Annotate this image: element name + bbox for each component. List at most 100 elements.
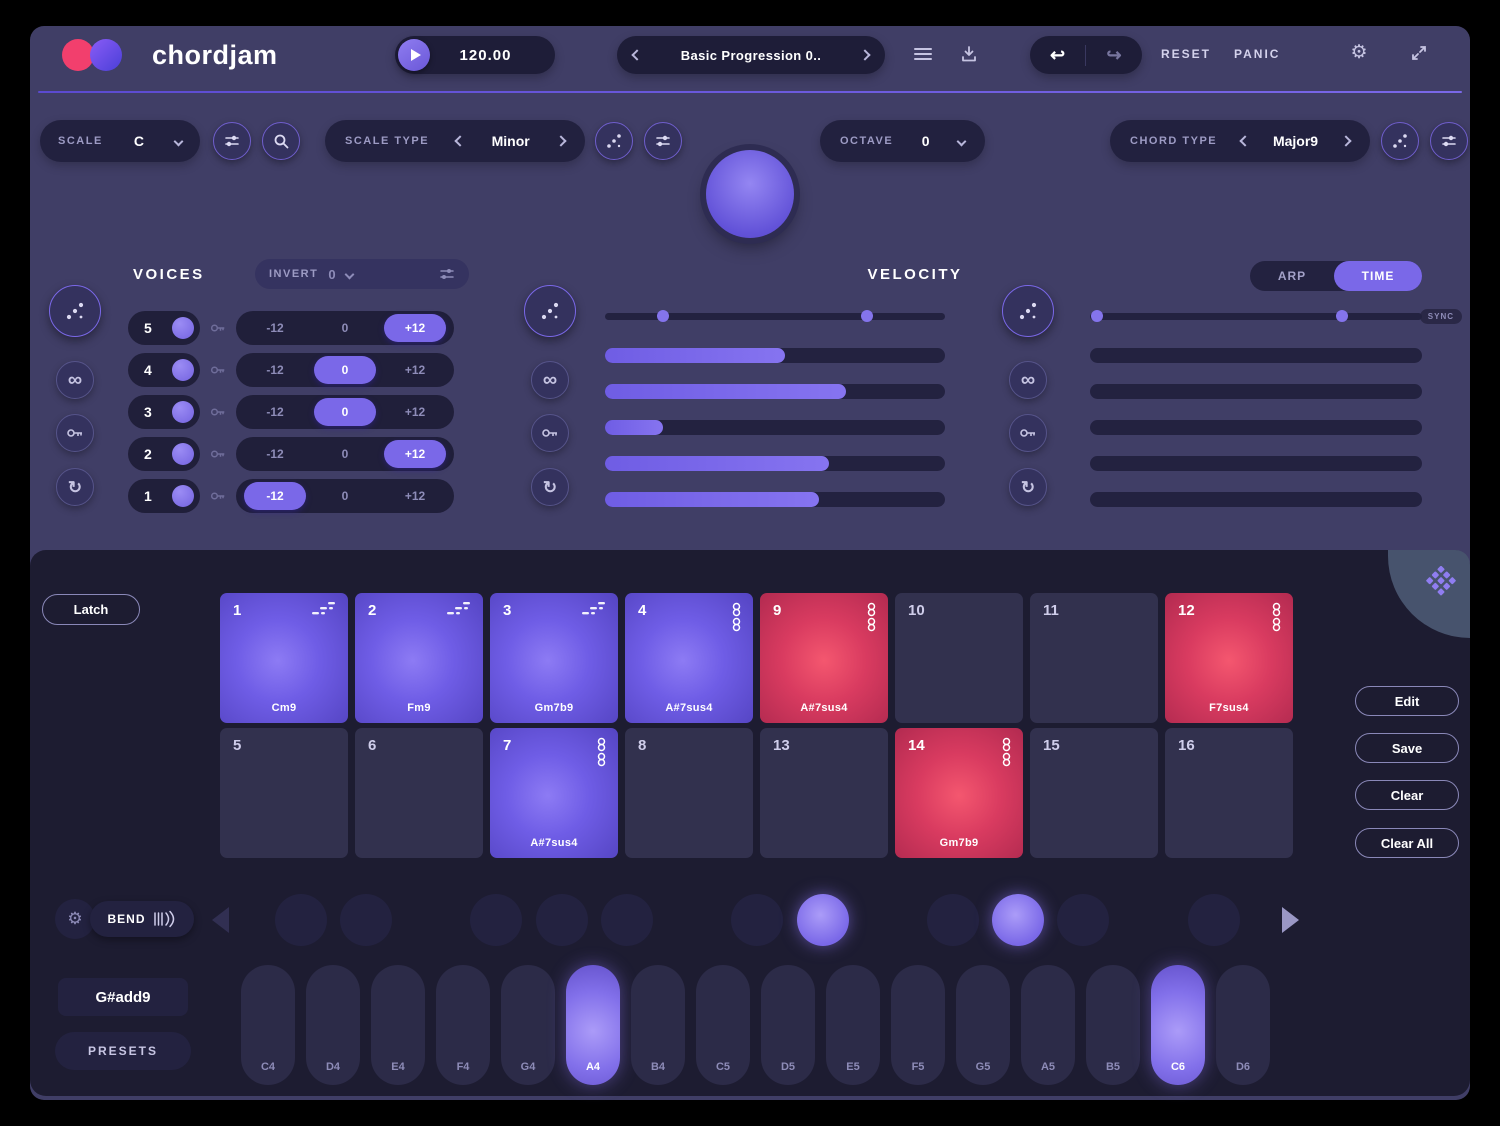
voice-toggle[interactable]: 1 [128, 479, 200, 513]
time-bar[interactable] [1090, 492, 1422, 507]
presets-button[interactable]: PRESETS [55, 1032, 191, 1070]
clear-button[interactable]: Clear [1355, 780, 1459, 810]
pad-8[interactable]: 8 [625, 728, 753, 858]
white-key-D6[interactable]: D6 [1216, 965, 1270, 1085]
black-key-Gs4[interactable] [536, 894, 588, 946]
octave-dropdown[interactable]: OCTAVE 0 [820, 120, 985, 162]
pad-4[interactable]: 4 A#7sus4 [625, 593, 753, 723]
option-plus12[interactable]: +12 [384, 482, 446, 510]
option-zero[interactable]: 0 [314, 356, 376, 384]
keyboard-next-arrow[interactable] [1282, 907, 1299, 933]
import-icon[interactable] [958, 43, 980, 65]
bpm-display[interactable]: 120.00 [430, 47, 541, 64]
pad-15[interactable]: 15 [1030, 728, 1158, 858]
velocity-range-handle-high[interactable] [861, 310, 873, 322]
key-icon[interactable] [210, 362, 226, 378]
sync-badge[interactable]: SYNC [1420, 309, 1462, 324]
time-refresh-button[interactable]: ↻ [1009, 468, 1047, 506]
latch-button[interactable]: Latch [42, 594, 140, 625]
white-key-G5[interactable]: G5 [956, 965, 1010, 1085]
preset-next-icon[interactable] [859, 49, 870, 60]
voice-octave-options[interactable]: -12 0 +12 [236, 311, 454, 345]
pad-5[interactable]: 5 [220, 728, 348, 858]
velocity-bar[interactable] [605, 384, 945, 399]
voices-infinity-button[interactable]: ∞ [56, 361, 94, 399]
option-minus12[interactable]: -12 [244, 482, 306, 510]
velocity-bar[interactable] [605, 492, 945, 507]
voice-octave-options[interactable]: -12 0 +12 [236, 395, 454, 429]
black-key-Cs5[interactable] [731, 894, 783, 946]
white-key-B4[interactable]: B4 [631, 965, 685, 1085]
undo-button[interactable]: ↩ [1030, 45, 1086, 66]
voice-toggle[interactable]: 4 [128, 353, 200, 387]
pad-16[interactable]: 16 [1165, 728, 1293, 858]
pad-2[interactable]: 2 Fm9 [355, 593, 483, 723]
time-range-slider[interactable] [1090, 313, 1422, 320]
pad-12[interactable]: 12 F7sus4 [1165, 593, 1293, 723]
scale-dropdown[interactable]: SCALE C [40, 120, 200, 162]
white-key-E4[interactable]: E4 [371, 965, 425, 1085]
chord-type-next-icon[interactable] [1340, 135, 1351, 146]
time-bar[interactable] [1090, 456, 1422, 471]
voices-key-button[interactable] [56, 414, 94, 452]
time-infinity-button[interactable]: ∞ [1009, 361, 1047, 399]
pad-10[interactable]: 10 [895, 593, 1023, 723]
voice-octave-options[interactable]: -12 0 +12 [236, 479, 454, 513]
white-key-C4[interactable]: C4 [241, 965, 295, 1085]
white-key-G4[interactable]: G4 [501, 965, 555, 1085]
white-key-D4[interactable]: D4 [306, 965, 360, 1085]
option-minus12[interactable]: -12 [244, 440, 306, 468]
black-key-Ds5[interactable] [797, 894, 849, 946]
key-icon[interactable] [210, 488, 226, 504]
voice-on-indicator[interactable] [172, 443, 194, 465]
time-key-button[interactable] [1009, 414, 1047, 452]
edit-button[interactable]: Edit [1355, 686, 1459, 716]
voices-random-button[interactable] [49, 285, 101, 337]
time-range-handle-low[interactable] [1091, 310, 1103, 322]
pad-13[interactable]: 13 [760, 728, 888, 858]
option-plus12[interactable]: +12 [384, 440, 446, 468]
velocity-range-slider[interactable] [605, 313, 945, 320]
option-zero[interactable]: 0 [314, 314, 376, 342]
voice-toggle[interactable]: 2 [128, 437, 200, 471]
white-key-C5[interactable]: C5 [696, 965, 750, 1085]
white-key-F4[interactable]: F4 [436, 965, 490, 1085]
panic-button[interactable]: PANIC [1234, 47, 1280, 61]
voice-toggle[interactable]: 5 [128, 311, 200, 345]
time-bar[interactable] [1090, 384, 1422, 399]
black-key-Fs5[interactable] [927, 894, 979, 946]
redo-button[interactable]: ↪ [1086, 45, 1142, 66]
option-zero[interactable]: 0 [314, 398, 376, 426]
time-random-button[interactable] [1002, 285, 1054, 337]
scale-type-prev-icon[interactable] [455, 135, 466, 146]
pad-6[interactable]: 6 [355, 728, 483, 858]
pad-14[interactable]: 14 Gm7b9 [895, 728, 1023, 858]
white-key-B5[interactable]: B5 [1086, 965, 1140, 1085]
option-plus12[interactable]: +12 [384, 314, 446, 342]
black-key-Cs6[interactable] [1188, 894, 1240, 946]
white-key-C6[interactable]: C6 [1151, 965, 1205, 1085]
keyboard-settings-gear-icon[interactable]: ⚙ [55, 899, 95, 939]
eq-icon[interactable] [439, 266, 455, 282]
option-minus12[interactable]: -12 [244, 314, 306, 342]
settings-gear-icon[interactable]: ⚙ [1348, 41, 1370, 63]
pad-9[interactable]: 9 A#7sus4 [760, 593, 888, 723]
velocity-infinity-button[interactable]: ∞ [531, 361, 569, 399]
option-plus12[interactable]: +12 [384, 356, 446, 384]
option-minus12[interactable]: -12 [244, 398, 306, 426]
option-plus12[interactable]: +12 [384, 398, 446, 426]
reset-button[interactable]: RESET [1161, 47, 1211, 61]
clear-all-button[interactable]: Clear All [1355, 828, 1459, 858]
velocity-random-button[interactable] [524, 285, 576, 337]
voice-on-indicator[interactable] [172, 359, 194, 381]
velocity-range-handle-low[interactable] [657, 310, 669, 322]
scale-type-eq-button[interactable] [644, 122, 682, 160]
time-range-handle-high[interactable] [1336, 310, 1348, 322]
chord-type-selector[interactable]: CHORD TYPE Major9 [1110, 120, 1370, 162]
play-button[interactable] [398, 39, 430, 71]
voice-on-indicator[interactable] [172, 317, 194, 339]
invert-dropdown[interactable]: INVERT 0 [255, 259, 469, 289]
black-key-Gs5[interactable] [992, 894, 1044, 946]
scale-type-next-icon[interactable] [555, 135, 566, 146]
black-key-Ds4[interactable] [340, 894, 392, 946]
